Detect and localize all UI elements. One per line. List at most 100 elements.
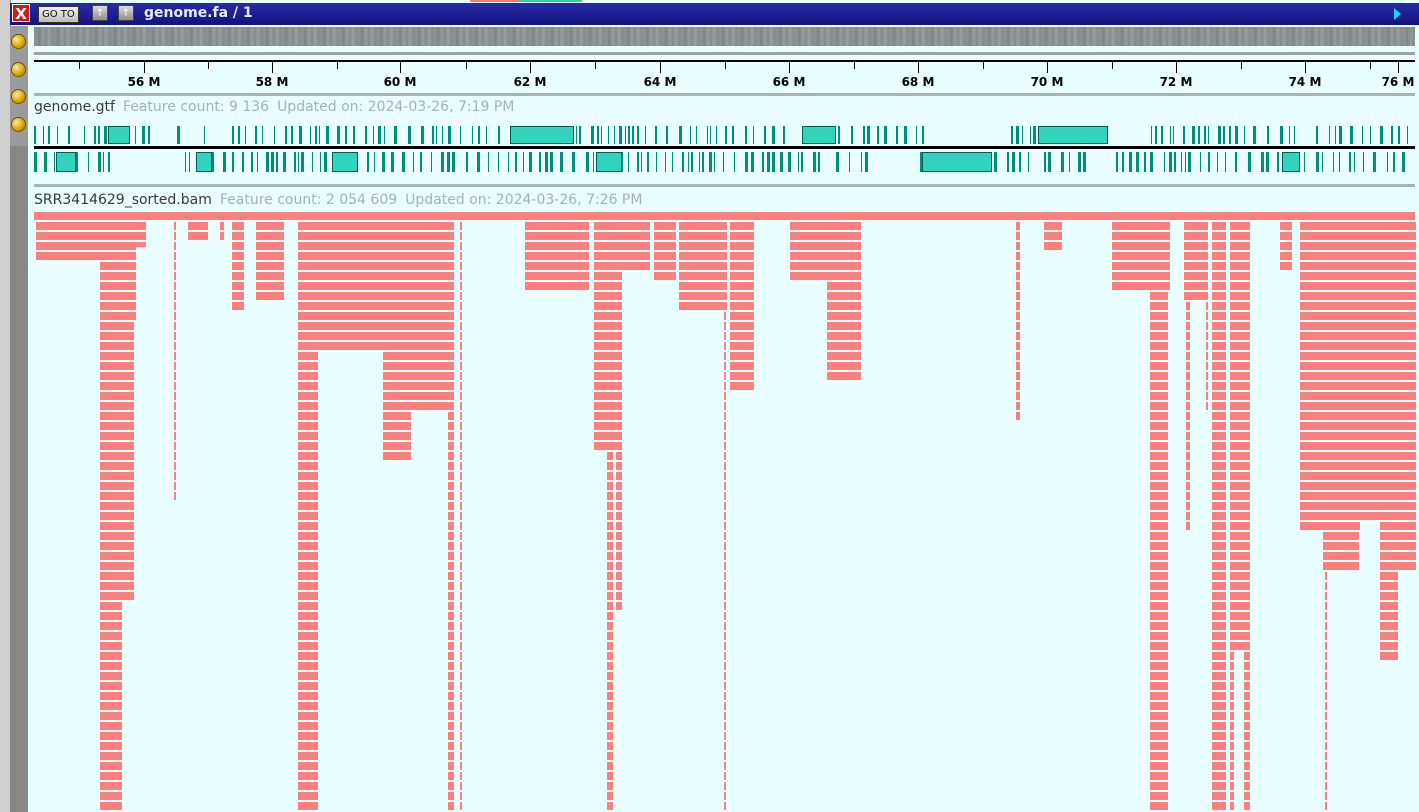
gene-feature[interactable]	[665, 152, 666, 172]
gene-feature[interactable]	[1380, 126, 1383, 144]
gene-feature[interactable]	[441, 152, 444, 172]
gene-feature[interactable]	[384, 126, 385, 144]
gene-feature[interactable]	[104, 126, 107, 144]
gene-feature[interactable]	[849, 152, 850, 172]
read-stack[interactable]	[460, 222, 462, 812]
gene-feature[interactable]	[753, 126, 754, 144]
gene-feature[interactable]	[725, 126, 727, 144]
gene-feature[interactable]	[1370, 126, 1371, 144]
gene-feature[interactable]	[591, 126, 594, 144]
gene-feature[interactable]	[745, 126, 747, 144]
gene-feature[interactable]	[1407, 126, 1408, 144]
read-stack[interactable]	[1150, 222, 1168, 812]
gene-feature[interactable]	[1316, 152, 1319, 172]
gene-feature[interactable]	[702, 152, 704, 172]
read-stack[interactable]	[1206, 222, 1208, 412]
gene-feature[interactable]	[625, 126, 626, 144]
gene-feature[interactable]	[378, 126, 381, 144]
gene-feature[interactable]	[294, 152, 296, 172]
gene-feature[interactable]	[647, 152, 649, 172]
gene-feature[interactable]	[1044, 152, 1046, 172]
gene-feature[interactable]	[394, 126, 397, 144]
gene-feature[interactable]	[788, 152, 791, 172]
gene-feature[interactable]	[413, 152, 414, 172]
gene-feature[interactable]	[1183, 126, 1185, 144]
gene-feature[interactable]	[679, 126, 682, 144]
gene-feature[interactable]	[716, 126, 717, 144]
read-stack[interactable]	[1280, 222, 1292, 272]
gene-feature[interactable]	[382, 152, 385, 172]
gene-feature[interactable]	[641, 152, 642, 172]
gene-feature[interactable]	[1016, 126, 1019, 144]
gene-feature[interactable]	[285, 126, 287, 144]
gene-feature[interactable]	[1144, 152, 1146, 172]
gene-feature[interactable]	[1267, 126, 1269, 144]
gene-feature[interactable]	[550, 152, 553, 172]
close-icon[interactable]: X	[12, 4, 30, 23]
gene-feature[interactable]	[54, 152, 55, 172]
gene-feature[interactable]	[523, 152, 524, 172]
gene-feature[interactable]	[1078, 152, 1081, 172]
gene-feature[interactable]	[751, 152, 754, 172]
gene-feature[interactable]	[1329, 126, 1330, 144]
read-stack[interactable]	[383, 222, 411, 462]
gene-feature[interactable]	[1185, 152, 1186, 172]
gene-feature[interactable]	[1019, 152, 1021, 172]
gene-feature[interactable]	[477, 152, 480, 172]
gene-feature[interactable]	[212, 152, 214, 172]
gene-feature[interactable]	[865, 152, 868, 172]
gene-feature[interactable]	[460, 126, 461, 144]
gene-feature[interactable]	[1122, 152, 1124, 172]
gene-feature[interactable]	[1363, 152, 1364, 172]
gene-feature[interactable]	[1069, 152, 1070, 172]
gene-feature[interactable]	[1387, 152, 1388, 172]
read-stack[interactable]	[132, 222, 146, 247]
gene-feature[interactable]	[682, 152, 684, 172]
gene-feature[interactable]	[818, 152, 820, 172]
gene-feature[interactable]	[1277, 152, 1279, 172]
gene-feature[interactable]	[645, 126, 646, 144]
gtf-feature-track[interactable]	[34, 124, 1415, 174]
gene-feature[interactable]	[374, 152, 375, 172]
gene-feature[interactable]	[391, 152, 394, 172]
gene-feature[interactable]	[508, 152, 509, 172]
gene-feature[interactable]	[586, 152, 589, 172]
read-stack[interactable]	[525, 222, 589, 292]
gene-feature[interactable]	[801, 152, 803, 172]
gene-feature[interactable]	[1150, 152, 1153, 172]
gene-feature[interactable]	[922, 126, 924, 144]
gene-feature[interactable]	[320, 152, 321, 172]
gene-feature[interactable]	[1033, 126, 1036, 144]
gene-exon-block[interactable]	[510, 126, 574, 144]
gene-feature[interactable]	[1136, 152, 1139, 172]
gene-feature[interactable]	[529, 152, 532, 172]
gene-feature[interactable]	[745, 152, 748, 172]
gene-feature[interactable]	[1151, 126, 1152, 144]
gene-feature[interactable]	[1248, 152, 1251, 172]
gene-feature[interactable]	[1398, 126, 1400, 144]
read-stack[interactable]	[1044, 222, 1062, 252]
gene-feature[interactable]	[710, 126, 711, 144]
read-stack[interactable]	[448, 222, 454, 812]
sidebar-dot-icon[interactable]	[12, 63, 25, 76]
read-stack[interactable]	[36, 222, 100, 262]
gene-feature[interactable]	[88, 152, 89, 172]
gene-feature[interactable]	[593, 152, 594, 172]
gene-feature[interactable]	[545, 152, 548, 172]
gene-feature[interactable]	[315, 126, 317, 144]
gene-feature[interactable]	[135, 126, 136, 144]
gene-feature[interactable]	[98, 152, 101, 172]
gene-feature[interactable]	[690, 126, 691, 144]
read-stack[interactable]	[679, 222, 727, 312]
gene-feature[interactable]	[1170, 126, 1171, 144]
gene-feature[interactable]	[619, 126, 622, 144]
gene-feature[interactable]	[515, 152, 517, 172]
gene-feature[interactable]	[257, 152, 258, 172]
gene-feature[interactable]	[1083, 152, 1086, 172]
gene-feature[interactable]	[299, 126, 302, 144]
gene-feature[interactable]	[452, 152, 455, 172]
gene-feature[interactable]	[1048, 152, 1051, 172]
gene-feature[interactable]	[783, 126, 785, 144]
gene-feature[interactable]	[84, 126, 85, 144]
gene-feature[interactable]	[1393, 152, 1395, 172]
